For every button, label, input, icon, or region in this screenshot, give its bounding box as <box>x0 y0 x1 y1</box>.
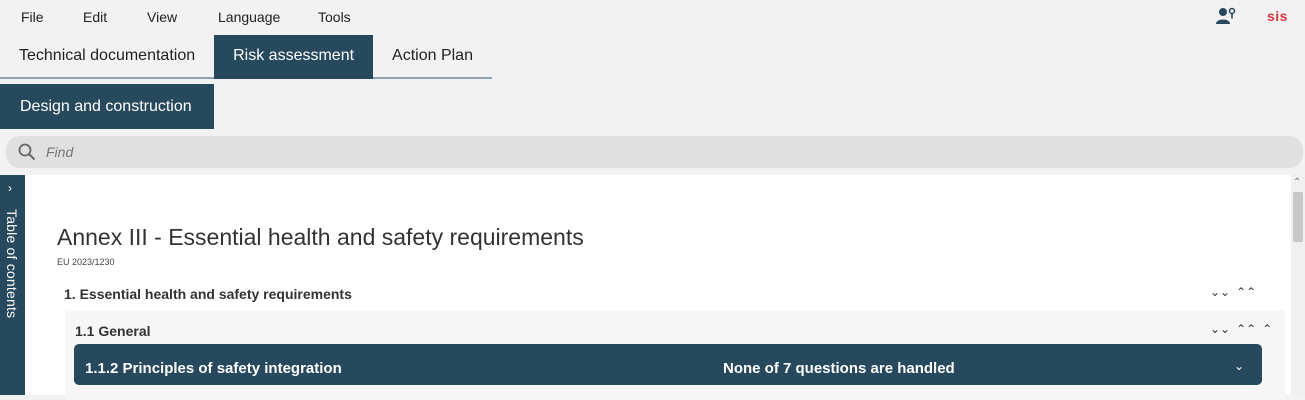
subtab-design-construction[interactable]: Design and construction <box>0 84 214 129</box>
main-tabs: Technical documentation Risk assessment … <box>0 35 492 80</box>
card-title: 1.1.2 Principles of safety integration <box>85 360 342 377</box>
search-input[interactable] <box>46 141 1286 163</box>
user-settings-icon[interactable] <box>1216 7 1238 25</box>
menu-tools[interactable]: Tools <box>318 9 351 25</box>
scroll-thumb[interactable] <box>1293 192 1303 242</box>
requirement-card[interactable]: 1.1.2 Principles of safety integration N… <box>74 344 1262 385</box>
brand-logo: sis <box>1267 8 1288 24</box>
toc-label[interactable]: Table of contents <box>4 209 20 318</box>
menu-view[interactable]: View <box>147 9 177 25</box>
tab-technical-documentation[interactable]: Technical documentation <box>0 35 215 79</box>
document-content: Annex III - Essential health and safety … <box>25 175 1291 400</box>
section-controls: ⌄⌄ ⌃⌃ <box>1210 285 1256 299</box>
collapse-icon[interactable]: ⌃ <box>1262 322 1272 336</box>
page-title: Annex III - Essential health and safety … <box>57 224 584 250</box>
menu-file[interactable]: File <box>21 9 44 25</box>
menu-bar: File Edit View Language Tools sis <box>0 0 1305 32</box>
menu-language[interactable]: Language <box>218 9 280 25</box>
subsection-controls: ⌄⌄ ⌃⌃ ⌃ <box>1210 322 1272 336</box>
tab-action-plan[interactable]: Action Plan <box>373 35 492 79</box>
chevron-right-icon[interactable]: › <box>8 181 12 195</box>
status-text: None of 7 questions are handled <box>723 360 955 377</box>
menu-edit[interactable]: Edit <box>83 9 107 25</box>
expand-all-icon[interactable]: ⌄⌄ <box>1210 322 1230 336</box>
scroll-up-icon[interactable]: ⌃ <box>1293 177 1301 188</box>
tab-risk-assessment[interactable]: Risk assessment <box>214 35 374 79</box>
section-heading[interactable]: 1. Essential health and safety requireme… <box>64 286 352 302</box>
search-bar <box>6 136 1303 168</box>
chevron-down-icon[interactable]: ⌄ <box>1234 359 1244 373</box>
collapse-all-icon[interactable]: ⌃⌃ <box>1236 285 1256 299</box>
expand-all-icon[interactable]: ⌄⌄ <box>1210 285 1230 299</box>
collapse-all-icon[interactable]: ⌃⌃ <box>1236 322 1256 336</box>
vertical-scrollbar[interactable]: ⌃ <box>1291 175 1305 395</box>
search-icon <box>18 143 36 161</box>
subsection-heading[interactable]: 1.1 General <box>75 323 151 339</box>
page-subtitle: EU 2023/1230 <box>57 257 115 267</box>
table-of-contents-panel[interactable]: › Table of contents <box>0 175 25 395</box>
